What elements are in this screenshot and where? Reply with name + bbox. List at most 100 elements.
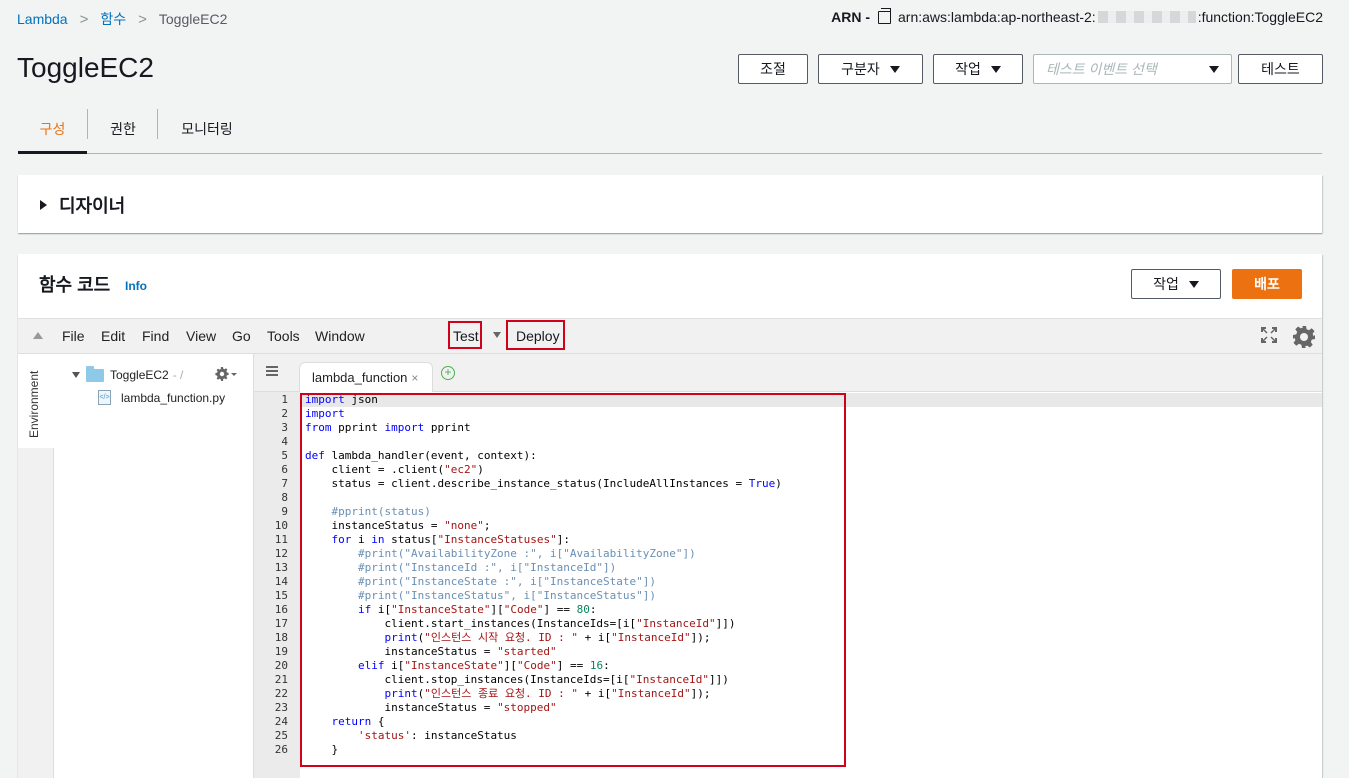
line-number: 22 (274, 687, 288, 700)
actions-label: 작업 (955, 61, 981, 77)
tab-monitoring[interactable]: 모니터링 (158, 106, 256, 152)
breadcrumb-functions[interactable]: 함수 (100, 9, 126, 29)
editor-tab-lambda-function[interactable]: lambda_function × (299, 362, 433, 392)
line-number: 15 (274, 589, 288, 602)
menu-go[interactable]: Go (232, 328, 251, 344)
menu-find[interactable]: Find (142, 328, 169, 344)
python-file-icon: </> (98, 390, 111, 405)
test-event-placeholder: 테스트 이벤트 선택 (1046, 61, 1157, 77)
function-code-panel: 함수 코드 Info 작업 배포 File Edit Find View Go … (18, 254, 1322, 778)
editor-tab-bar: lambda_function × + (254, 354, 1322, 392)
tab-label: 구성 (39, 120, 66, 137)
copy-icon[interactable] (878, 7, 892, 24)
ide-deploy-button[interactable]: Deploy (506, 320, 565, 350)
line-number: 12 (274, 547, 288, 560)
throttle-button[interactable]: 조절 (738, 54, 808, 84)
arn-suffix: :function:ToggleEC2 (1197, 9, 1323, 25)
line-number: 25 (274, 729, 288, 742)
designer-panel[interactable]: 디자이너 (18, 175, 1322, 233)
menu-window[interactable]: Window (315, 328, 365, 344)
test-button[interactable]: 테스트 (1238, 54, 1323, 84)
code-actions-label: 작업 (1153, 276, 1179, 292)
arn-label: ARN - (831, 9, 871, 25)
tree-root-label: ToggleEC2 (110, 368, 169, 382)
line-number: 4 (281, 435, 288, 448)
line-number: 9 (281, 505, 288, 518)
chevron-right-icon: > (79, 10, 89, 28)
tree-file-lambda-function[interactable]: </> lambda_function.py (98, 390, 225, 405)
environment-label: Environment (27, 370, 41, 438)
menu-edit[interactable]: Edit (101, 328, 125, 344)
ide-test-button[interactable]: Test (448, 321, 482, 349)
line-number: 7 (281, 477, 288, 490)
breadcrumb: Lambda > 함수 > ToggleEC2 (17, 9, 227, 29)
line-number: 24 (274, 715, 288, 728)
line-number: 10 (274, 519, 288, 532)
add-tab-icon[interactable]: + (441, 366, 455, 380)
line-number: 18 (274, 631, 288, 644)
ide-deploy-label: Deploy (516, 328, 560, 344)
line-number: 19 (274, 645, 288, 658)
menu-tools[interactable]: Tools (267, 328, 300, 344)
ide-menu-bar: File Edit Find View Go Tools Window Test… (18, 318, 1322, 354)
line-number: 21 (274, 673, 288, 686)
line-number: 3 (281, 421, 288, 434)
line-number: 26 (274, 743, 288, 756)
info-link[interactable]: Info (125, 279, 147, 293)
line-number: 17 (274, 617, 288, 630)
page-title: ToggleEC2 (17, 52, 154, 83)
editor-tab-label: lambda_function (312, 370, 408, 385)
test-event-select[interactable]: 테스트 이벤트 선택 (1033, 54, 1232, 84)
line-number: 11 (274, 533, 288, 546)
line-number: 8 (281, 491, 288, 504)
environment-strip: Environment (18, 354, 54, 778)
line-number: 23 (274, 701, 288, 714)
tab-configuration[interactable]: 구성 (18, 106, 87, 154)
folder-icon (86, 365, 104, 382)
line-number: 13 (274, 561, 288, 574)
chevron-right-icon: > (138, 10, 147, 28)
expand-triangle-icon[interactable] (40, 200, 47, 210)
top-bar: Lambda > 함수 > ToggleEC2 ARN - arn:aws:la… (0, 0, 1349, 36)
line-number: 1 (281, 393, 288, 406)
expand-arrow-icon[interactable] (72, 372, 80, 378)
line-number: 5 (281, 449, 288, 462)
fullscreen-icon[interactable] (1261, 327, 1277, 343)
tab-list-icon[interactable] (266, 366, 278, 376)
menu-view[interactable]: View (186, 328, 216, 344)
caret-down-icon[interactable] (493, 332, 501, 338)
test-label: 테스트 (1261, 61, 1300, 77)
menu-file[interactable]: File (62, 328, 85, 344)
arn-display: ARN - arn:aws:lambda:ap-northeast-2: :fu… (831, 7, 1323, 25)
close-icon[interactable]: × (411, 371, 418, 385)
tree-settings-gear-icon[interactable] (215, 367, 237, 381)
line-number: 20 (274, 659, 288, 672)
caret-down-icon (990, 65, 1001, 73)
throttle-label: 조절 (760, 61, 786, 77)
deploy-button[interactable]: 배포 (1232, 269, 1302, 299)
tab-label: 권한 (110, 121, 136, 137)
code-actions-button[interactable]: 작업 (1131, 269, 1221, 299)
caret-down-icon (1209, 66, 1219, 73)
function-code-title: 함수 코드 (39, 275, 111, 295)
deploy-label: 배포 (1254, 276, 1280, 292)
function-tabs: 구성 권한 모니터링 (18, 106, 1322, 154)
qualifier-button[interactable]: 구분자 (818, 54, 923, 84)
redacted-account-id (1097, 11, 1196, 23)
settings-gear-icon[interactable] (1292, 325, 1316, 349)
actions-button[interactable]: 작업 (933, 54, 1023, 84)
caret-down-icon (1188, 280, 1199, 288)
line-number: 14 (274, 575, 288, 588)
line-number: 2 (281, 407, 288, 420)
line-number-gutter: 1 2 3 4 5 6 7 8 9 10 11 12 13 14 15 16 17 18 19 20 21 22 23 24 2… (254, 392, 300, 778)
tree-root-folder[interactable]: ToggleEC2 - / (72, 365, 183, 382)
file-tree-panel: Environment ToggleEC2 - / </> lambda_fun… (18, 354, 254, 778)
arn-prefix: arn:aws:lambda:ap-northeast-2: (898, 9, 1096, 25)
breadcrumb-lambda[interactable]: Lambda (17, 11, 68, 27)
breadcrumb-current: ToggleEC2 (158, 11, 228, 27)
tree-file-label: lambda_function.py (121, 390, 226, 405)
environment-tab[interactable]: Environment (18, 354, 54, 448)
tab-permissions[interactable]: 권한 (88, 106, 158, 152)
collapse-triangle-icon[interactable] (33, 332, 43, 339)
caret-down-icon (889, 65, 900, 73)
